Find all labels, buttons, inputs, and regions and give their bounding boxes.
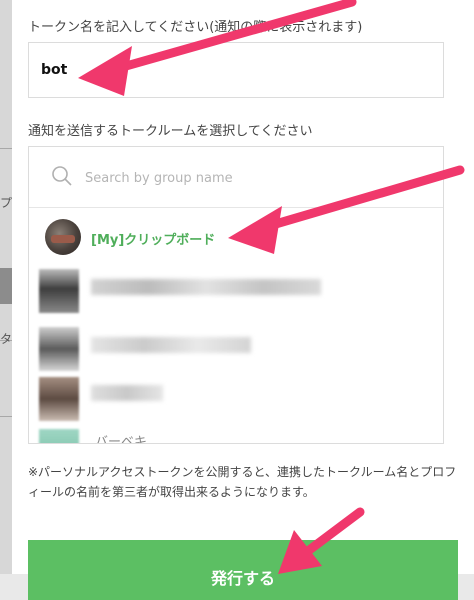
divider xyxy=(0,148,12,149)
room-item-blurred[interactable] xyxy=(29,323,443,379)
token-name-label: トークン名を記入してください(通知の際に表示されます) xyxy=(28,20,363,35)
room-item-blurred[interactable] xyxy=(29,373,443,429)
divider xyxy=(0,416,12,417)
room-name-redacted xyxy=(91,337,251,353)
room-avatar xyxy=(39,429,79,443)
room-name: バーベキ xyxy=(95,435,148,444)
room-select-label: 通知を送信するトークルームを選択してください xyxy=(28,124,313,139)
sidebar-fragment: プ xyxy=(0,196,12,210)
privacy-notice: ※パーソナルアクセストークンを公開すると、連携したトークルーム名とプロフィールの… xyxy=(28,465,457,499)
room-item-partial[interactable]: バーベキ xyxy=(29,425,443,444)
token-issue-panel: トークン名を記入してください(通知の際に表示されます) 通知を送信するトークルー… xyxy=(12,0,474,600)
room-picker: [My]クリップボード バーベキ xyxy=(28,146,444,444)
room-avatar xyxy=(39,327,79,371)
room-item-my-clipboard[interactable]: [My]クリップボード xyxy=(29,209,443,265)
room-avatar xyxy=(39,269,79,313)
room-name: [My]クリップボード xyxy=(91,233,216,248)
room-avatar xyxy=(39,377,79,421)
search-icon xyxy=(52,166,72,186)
token-name-input[interactable] xyxy=(28,42,444,98)
room-name-redacted xyxy=(91,385,163,401)
background-page-edge: プ タ xyxy=(0,0,12,574)
room-name-redacted xyxy=(91,279,321,295)
search-row xyxy=(29,147,443,208)
sidebar-block xyxy=(0,268,12,304)
room-avatar xyxy=(45,219,81,255)
sidebar-fragment: タ xyxy=(0,332,12,346)
group-search-input[interactable] xyxy=(83,165,417,191)
room-item-blurred[interactable] xyxy=(29,265,443,321)
issue-token-button[interactable]: 発行する xyxy=(28,540,458,600)
